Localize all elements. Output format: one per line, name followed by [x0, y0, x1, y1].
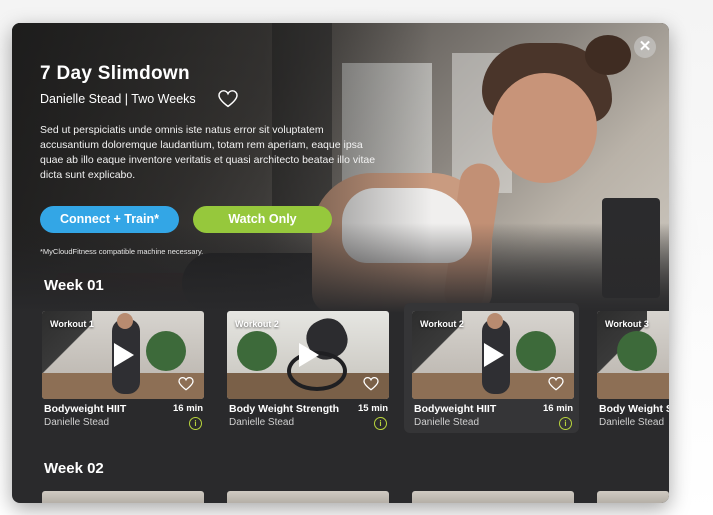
workout-label: Workout 2 — [420, 319, 464, 329]
workout-card[interactable]: Workout 2 Bodyweight HIIT 16 min Daniell… — [404, 303, 579, 433]
workout-label: Workout 2 — [235, 319, 279, 329]
workout-name: Bodyweight HIIT — [414, 403, 497, 415]
program-title: 7 Day Slimdown — [40, 63, 190, 84]
program-subtitle: Danielle Stead | Two Weeks — [40, 92, 196, 106]
workout-duration: 15 min — [358, 403, 389, 414]
connect-train-button[interactable]: Connect + Train* — [40, 206, 179, 233]
workout-label: Workout 1 — [50, 319, 94, 329]
workout-label: Workout 3 — [605, 319, 649, 329]
info-icon[interactable]: i — [189, 417, 202, 430]
favorite-heart-icon[interactable] — [548, 377, 564, 391]
play-icon[interactable] — [114, 343, 134, 367]
workout-thumbnail[interactable]: Workout 1 — [42, 311, 204, 399]
week-02-title: Week 02 — [44, 460, 104, 477]
workout-card[interactable]: Workout 1 Bodyweight HIIT 16 min Daniell… — [34, 303, 209, 433]
workout-coach: Danielle Stead — [599, 417, 665, 428]
close-icon: ✕ — [638, 38, 652, 55]
workout-name: Bodyweight HIIT — [44, 403, 127, 415]
workout-duration: 16 min — [173, 403, 204, 414]
workout-card[interactable]: Workout 3 Body Weight S Danielle Stead — [589, 303, 669, 433]
workout-thumbnail[interactable]: Workout 3 — [597, 311, 669, 399]
workout-name: Body Weight Strength — [229, 403, 340, 415]
info-icon[interactable]: i — [374, 417, 387, 430]
workout-coach: Danielle Stead — [44, 417, 110, 428]
workout-duration: 16 min — [543, 403, 574, 414]
play-icon[interactable] — [299, 343, 319, 367]
watch-only-button[interactable]: Watch Only — [193, 206, 332, 233]
compatibility-note: *MyCloudFitness compatible machine neces… — [40, 247, 204, 256]
favorite-heart-icon[interactable] — [363, 377, 379, 391]
close-button[interactable]: ✕ — [634, 36, 656, 58]
play-icon[interactable] — [484, 343, 504, 367]
workout-coach: Danielle Stead — [229, 417, 295, 428]
info-icon[interactable]: i — [559, 417, 572, 430]
favorite-heart-icon[interactable] — [178, 377, 194, 391]
workout-thumbnail[interactable]: Workout 2 — [412, 311, 574, 399]
program-description: Sed ut perspiciatis unde omnis iste natu… — [40, 124, 376, 181]
workout-thumbnail[interactable]: Workout 2 — [227, 311, 389, 399]
workout-card[interactable]: Workout 2 Body Weight Strength 15 min Da… — [219, 303, 394, 433]
workout-coach: Danielle Stead — [414, 417, 480, 428]
workout-name: Body Weight S — [599, 403, 669, 415]
favorite-heart-icon[interactable] — [218, 90, 238, 108]
program-modal: ✕ 7 Day Slimdown Danielle Stead | Two We… — [12, 23, 669, 503]
week-01-title: Week 01 — [44, 277, 104, 294]
